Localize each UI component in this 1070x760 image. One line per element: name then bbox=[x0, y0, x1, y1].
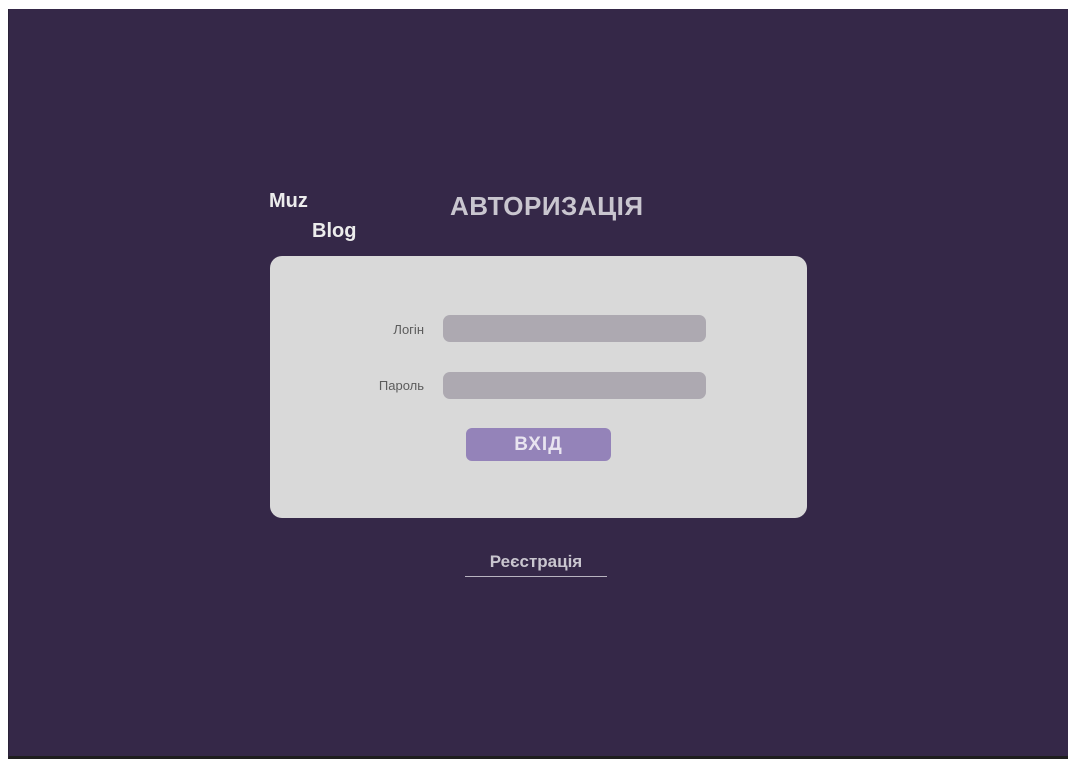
login-button[interactable]: ВХІД bbox=[466, 428, 611, 461]
login-card: Логін Пароль ВХІД bbox=[270, 256, 807, 518]
register-link[interactable]: Реєстрація bbox=[465, 552, 607, 577]
page-title: АВТОРИЗАЦІЯ bbox=[450, 191, 644, 221]
login-input[interactable] bbox=[443, 315, 706, 342]
logo-line-1: Muz bbox=[269, 190, 308, 212]
logo: Muz Blog bbox=[269, 189, 379, 251]
password-input[interactable] bbox=[443, 372, 706, 399]
logo-line-2: Blog bbox=[312, 220, 357, 242]
password-label: Пароль bbox=[378, 378, 424, 393]
page-background: Muz Blog АВТОРИЗАЦІЯ Логін Пароль ВХІД Р… bbox=[8, 9, 1068, 759]
login-label: Логін bbox=[393, 322, 424, 337]
